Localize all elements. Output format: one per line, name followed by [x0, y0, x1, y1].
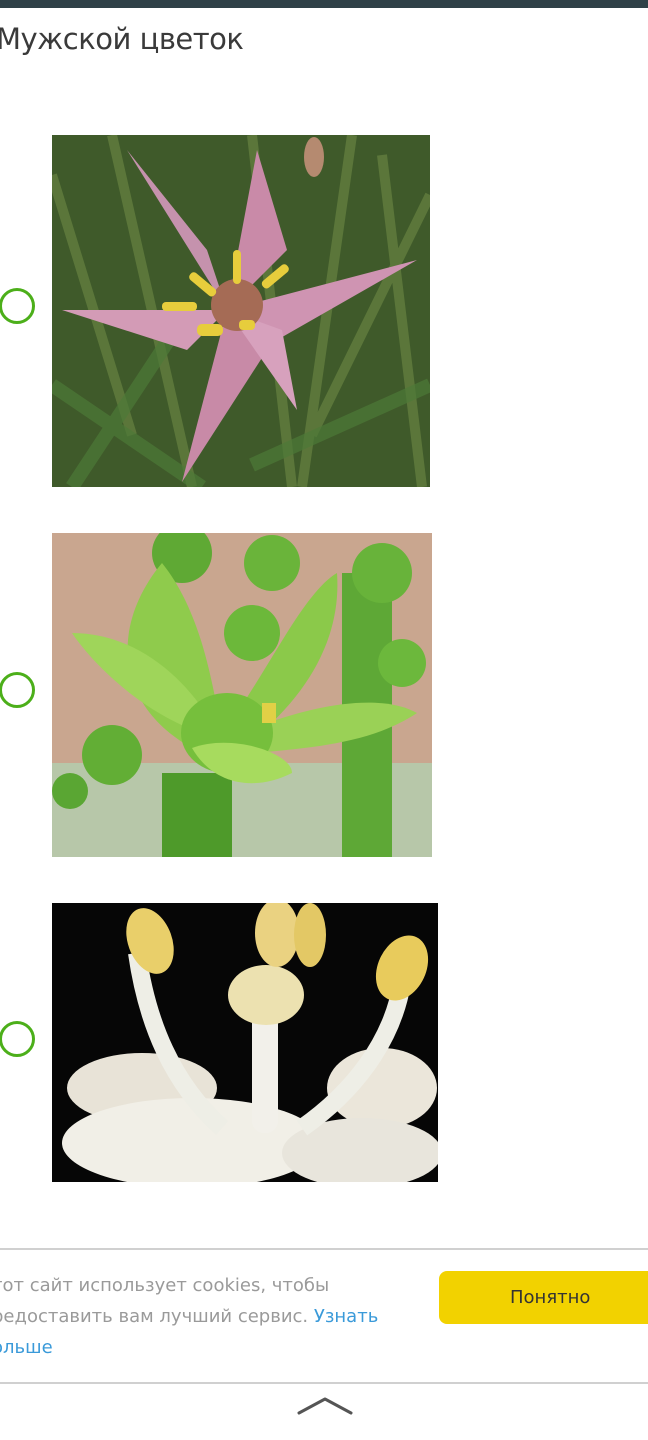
radio-circle-icon[interactable]	[0, 672, 35, 708]
pink-star-flower-photo[interactable]	[52, 135, 430, 487]
green-flower-buds-photo[interactable]	[52, 533, 432, 857]
top-bar	[0, 0, 648, 8]
radio-circle-icon[interactable]	[0, 1021, 35, 1057]
radio-circle-icon[interactable]	[0, 288, 35, 324]
cookie-message: тот сайт использует cookies, чтобы редос…	[0, 1275, 330, 1327]
page-title: Мужской цветок	[0, 22, 244, 56]
chevron-up-icon[interactable]	[296, 1394, 354, 1416]
accept-cookies-button[interactable]: Понятно	[439, 1271, 648, 1324]
cookie-banner: тот сайт использует cookies, чтобы редос…	[0, 1248, 648, 1384]
cookie-text-block: тот сайт использует cookies, чтобы редос…	[0, 1270, 392, 1363]
white-stamens-flower-photo[interactable]	[52, 903, 438, 1182]
